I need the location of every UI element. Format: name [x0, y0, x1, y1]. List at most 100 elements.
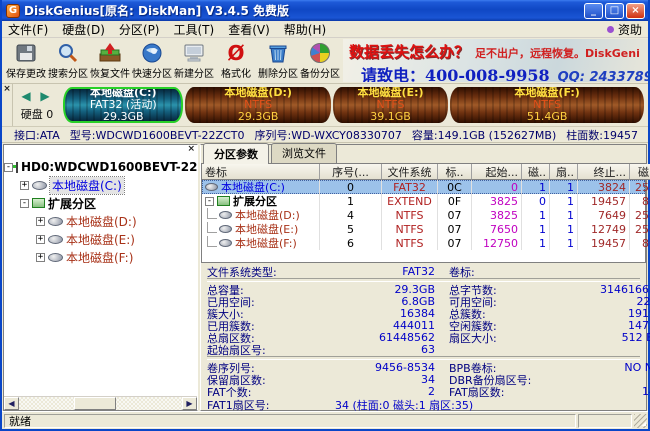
row-e-endhead: 254 — [630, 222, 650, 236]
col-volume[interactable]: 卷标 — [202, 164, 320, 180]
tab-partition-params[interactable]: 分区参数 — [203, 143, 269, 164]
quick-partition-button[interactable]: 快速分区 — [131, 38, 173, 83]
row-c-starthead: 1 — [522, 180, 550, 194]
backup-partition-button[interactable]: 备份分区 — [299, 38, 341, 83]
expand-icon[interactable]: + — [20, 180, 29, 190]
scroll-left-icon[interactable]: ◀ — [4, 397, 19, 410]
disk-panel-grip[interactable]: × — [2, 84, 13, 126]
close-button[interactable]: × — [626, 2, 645, 19]
save-changes-button[interactable]: 保存更改 — [5, 38, 47, 83]
donate-label: 资助 — [617, 22, 642, 37]
expand-icon[interactable]: + — [36, 234, 45, 244]
recover-icon — [98, 41, 122, 64]
disk-interface: 接口:ATA — [14, 128, 60, 142]
partition-e[interactable]: 本地磁盘(E:) NTFS 39.1GB — [332, 86, 449, 123]
format-button[interactable]: Ø 格式化 — [215, 38, 257, 83]
maximize-button[interactable]: □ — [605, 2, 624, 19]
tree-panel: × - HD0:WDCWD1600BEVT-22ZCT0( + 本地磁盘(C:)… — [3, 144, 198, 411]
row-f-starthead: 1 — [522, 236, 550, 250]
quick-partition-icon — [140, 41, 164, 64]
extended-partition-icon — [32, 198, 45, 208]
tree-item-f[interactable]: + 本地磁盘(F:) — [4, 248, 197, 266]
tree-c-label: 本地磁盘(C:) — [49, 175, 125, 195]
scroll-thumb[interactable] — [74, 397, 117, 410]
detail-value: 512 Bytes — [621, 331, 650, 344]
partition-details: 文件系统类型: FAT32 卷标: 总容量: 29.3GB 总字节数: 3146… — [201, 262, 650, 412]
row-e-id: 07 — [438, 222, 472, 236]
save-icon — [14, 41, 38, 64]
new-partition-icon — [182, 41, 206, 64]
row-d-id: 07 — [438, 208, 472, 222]
table-row-extended[interactable]: -扩展分区 1 EXTEND 0F 3825 0 1 19457 80 63 — [202, 194, 650, 208]
tree-item-hd0[interactable]: - HD0:WDCWD1600BEVT-22ZCT0( — [4, 158, 197, 176]
detail-label: 文件系统类型: — [207, 265, 277, 279]
row-c-startsec: 1 — [550, 180, 578, 194]
status-bar: 就绪 — [2, 411, 648, 429]
recover-files-button[interactable]: 恢复文件 — [89, 38, 131, 83]
row-c-startcyl: 0 — [472, 180, 522, 194]
collapse-icon[interactable]: - — [4, 162, 13, 172]
tab-browse-files[interactable]: 浏览文件 — [271, 143, 337, 163]
tree-item-d[interactable]: + 本地磁盘(D:) — [4, 212, 197, 230]
menu-disk[interactable]: 硬盘(D) — [62, 21, 105, 38]
partition-f[interactable]: 本地磁盘(F:) NTFS 51.4GB — [450, 86, 644, 123]
disk-icon — [32, 180, 47, 190]
col-start-head[interactable]: 磁.. — [522, 164, 550, 180]
menu-tools[interactable]: 工具(T) — [174, 21, 215, 38]
new-partition-button[interactable]: 新建分区 — [173, 38, 215, 83]
disk-nav-arrows-icon[interactable]: ◀ ▶ — [21, 89, 52, 103]
table-row-d[interactable]: 本地磁盘(D:) 4 NTFS 07 3825 1 1 7649 254 63 — [202, 208, 650, 222]
tree-item-c[interactable]: + 本地磁盘(C:) — [4, 175, 197, 195]
disk-panel-close-icon[interactable]: × — [3, 85, 11, 94]
menu-partition[interactable]: 分区(P) — [119, 21, 160, 38]
tree-item-e[interactable]: + 本地磁盘(E:) — [4, 230, 197, 248]
table-row-e[interactable]: 本地磁盘(E:) 5 NTFS 07 7650 1 1 12749 254 63 — [202, 222, 650, 236]
row-f-volume: 本地磁盘(F:) — [235, 237, 297, 250]
col-index[interactable]: 序号(... — [320, 164, 382, 180]
tree-item-extended[interactable]: - 扩展分区 — [4, 194, 197, 212]
row-e-index: 5 — [320, 222, 382, 236]
menu-file[interactable]: 文件(F) — [8, 21, 48, 38]
scroll-right-icon[interactable]: ▶ — [182, 397, 197, 410]
menu-bar: 文件(F) 硬盘(D) 分区(P) 工具(T) 查看(V) 帮助(H) 资助 — [2, 21, 648, 38]
partition-d[interactable]: 本地磁盘(D:) NTFS 29.3GB — [185, 86, 331, 123]
minimize-button[interactable]: _ — [584, 2, 603, 19]
scroll-track[interactable] — [19, 397, 182, 410]
resize-grip-icon[interactable] — [634, 414, 647, 428]
tree-hscrollbar[interactable]: ◀ ▶ — [4, 396, 197, 410]
expand-icon[interactable]: + — [36, 216, 45, 226]
tree-panel-close-icon[interactable]: × — [187, 145, 195, 157]
collapse-icon[interactable]: - — [20, 198, 29, 208]
table-row-f[interactable]: 本地磁盘(F:) 6 NTFS 07 12750 1 1 19457 80 63 — [202, 236, 650, 250]
partition-c[interactable]: 本地磁盘(C:) FAT32 (活动) 29.3GB — [63, 86, 184, 123]
disk-icon — [219, 225, 232, 233]
col-start-sector[interactable]: 扇.. — [550, 164, 578, 180]
tree-f-label: 本地磁盘(F:) — [66, 250, 134, 265]
ad-banner[interactable]: 数据丢失怎么办？ 足不出户，远程恢复。DiskGeni 请致电：400-008-… — [343, 39, 648, 82]
row-d-endhead: 254 — [630, 208, 650, 222]
row-f-startcyl: 12750 — [472, 236, 522, 250]
search-partition-button[interactable]: 搜索分区 — [47, 38, 89, 83]
col-id[interactable]: 标.. — [438, 164, 472, 180]
menu-help[interactable]: 帮助(H) — [284, 21, 326, 38]
row-d-startcyl: 3825 — [472, 208, 522, 222]
row-ext-volume: 扩展分区 — [233, 195, 277, 208]
collapse-icon[interactable]: - — [205, 196, 214, 206]
delete-partition-button[interactable]: 删除分区 — [257, 38, 299, 83]
col-filesystem[interactable]: 文件系统 — [382, 164, 438, 180]
menu-view[interactable]: 查看(V) — [228, 21, 270, 38]
col-end-head[interactable]: 磁.. — [630, 164, 650, 180]
col-start-cyl[interactable]: 起始... — [472, 164, 522, 180]
col-end-cyl[interactable]: 终止... — [578, 164, 630, 180]
partition-f-name: 本地磁盘(F:) — [514, 86, 580, 99]
expand-icon[interactable]: + — [36, 252, 45, 262]
donate-link[interactable]: 资助 — [606, 21, 642, 38]
partition-e-fs: NTFS — [376, 97, 405, 111]
detail-label: 扇区大小: — [449, 331, 497, 345]
table-row-c[interactable]: 本地磁盘(C:) 0 FAT32 0C 0 1 1 3824 254 63 — [202, 180, 650, 194]
row-f-fs: NTFS — [382, 236, 438, 250]
hdd-icon — [13, 161, 18, 173]
partition-bar: 本地磁盘(C:) FAT32 (活动) 29.3GB 本地磁盘(D:) NTFS… — [61, 84, 648, 126]
disk-serial: 序列号:WD-WXCY08330707 — [254, 128, 402, 142]
partition-d-size: 29.3GB — [237, 109, 279, 123]
